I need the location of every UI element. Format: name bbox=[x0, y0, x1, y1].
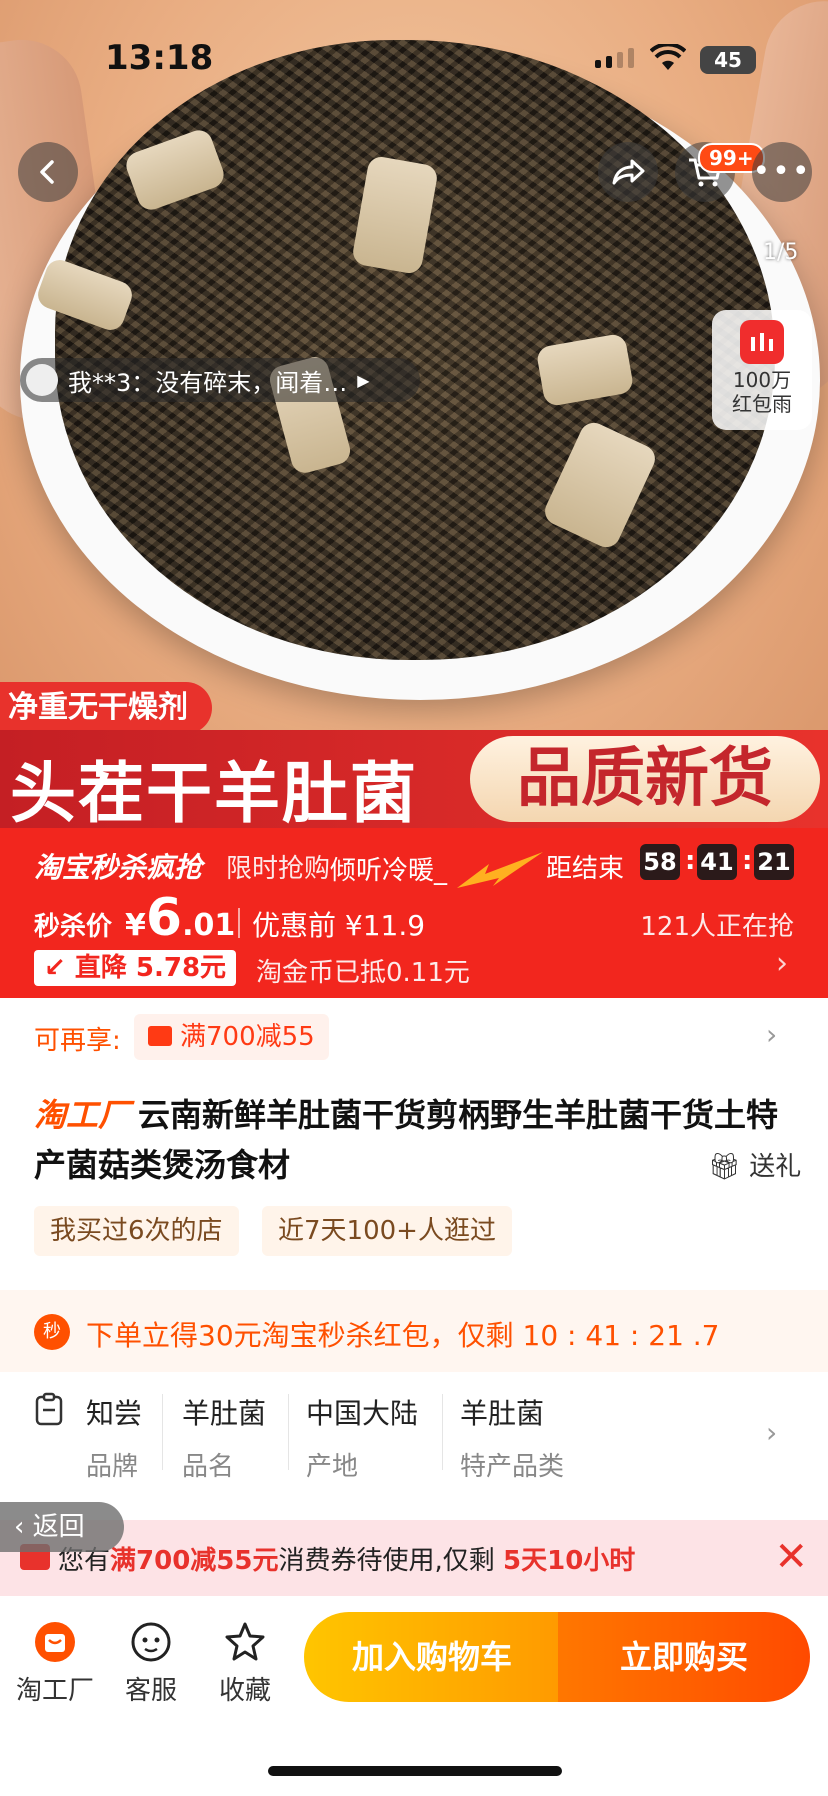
review-text: 我**3：没有碎末，闻着… bbox=[68, 368, 348, 397]
banner-tag: 净重无干燥剂 bbox=[0, 682, 212, 734]
attr-brand: 知尝 品牌 bbox=[86, 1397, 143, 1482]
alarm-icon: 秒 bbox=[34, 1314, 70, 1350]
tab-service[interactable]: 客服 bbox=[106, 1620, 196, 1707]
factory-icon bbox=[33, 1620, 77, 1664]
morel-pile bbox=[55, 40, 775, 660]
flash-sale-brand: 淘宝秒杀疯抢 bbox=[34, 851, 203, 884]
overlay-text: 倾听冷暖_ bbox=[330, 856, 448, 886]
share-button[interactable] bbox=[598, 142, 658, 202]
tab-favorite[interactable]: 收藏 bbox=[200, 1620, 290, 1707]
factory-logo: 淘工厂 bbox=[34, 1096, 131, 1134]
countdown-minutes: 41 bbox=[697, 844, 737, 880]
battery-icon: 45 bbox=[700, 46, 756, 74]
grabbing-count: 121人正在抢 bbox=[640, 912, 794, 942]
floating-back-button[interactable]: ‹ 返回 bbox=[0, 1502, 124, 1552]
limited-label: 限时抢购 bbox=[226, 854, 331, 884]
voucher-text: 您有满700减55元消费券待使用,仅剩 5天10小时 bbox=[58, 1546, 636, 1576]
gift-button[interactable]: 🎁︎ 送礼 bbox=[708, 1146, 801, 1183]
countdown-seconds: 21 bbox=[754, 844, 794, 880]
buy-now-button[interactable]: 立即购买 bbox=[558, 1612, 810, 1702]
play-arrow-icon: ▶ bbox=[357, 370, 370, 390]
more-dots-icon: ••• bbox=[752, 154, 812, 189]
chevron-left-icon: ‹ bbox=[14, 1512, 33, 1542]
share-icon bbox=[612, 159, 645, 185]
flash-redpacket-alert[interactable]: 秒 下单立得30元淘宝秒杀红包，仅剩 10 : 41 : 21 .7 bbox=[0, 1290, 828, 1372]
red-rain-line1: 100万 bbox=[732, 368, 792, 392]
attr-product-name: 羊肚菌 品名 bbox=[182, 1397, 267, 1482]
red-rain-line2: 红包雨 bbox=[732, 392, 792, 416]
back-button[interactable] bbox=[18, 142, 78, 202]
product-image-gallery[interactable]: 我**3：没有碎末，闻着… ▶ 净重无干燥剂 头茬干羊肚菌 品质新货 bbox=[0, 0, 828, 828]
tab-factory[interactable]: 淘工厂 bbox=[10, 1620, 100, 1707]
arrow-icon bbox=[457, 852, 543, 888]
price-label: 秒杀价 bbox=[34, 912, 113, 942]
flash-sale-bar[interactable]: 淘宝秒杀疯抢 限时抢购 倾听冷暖_ 距结束 58 : 41 : 21 秒杀价 ¥… bbox=[0, 828, 828, 998]
signal-icon bbox=[595, 48, 634, 68]
product-title: 淘工厂 云南新鲜羊肚菌干货剪柄野生羊肚菌干货土特产菌菇类煲汤食材 bbox=[34, 1096, 779, 1184]
coin-deduction: 淘金币已抵0.11元 bbox=[256, 958, 470, 988]
red-envelope-rain-button[interactable]: 100万 红包雨 bbox=[712, 310, 812, 430]
gift-icon: 🎁︎ bbox=[708, 1152, 742, 1182]
status-bar: 13:18 45 bbox=[0, 38, 828, 88]
flash-price: ¥6.01 bbox=[125, 888, 236, 948]
banner-pill: 品质新货 bbox=[470, 736, 820, 822]
voucher-banner[interactable]: 您有满700减55元消费券待使用,仅剩 5天10小时 ✕ bbox=[0, 1520, 828, 1596]
chevron-left-icon bbox=[40, 160, 54, 184]
banner-main-text: 头茬干羊肚菌 bbox=[10, 755, 418, 828]
chevron-right-icon: › bbox=[766, 1018, 778, 1051]
attr-icon-wrap bbox=[34, 1392, 64, 1430]
attr-category: 羊肚菌 特产品类 bbox=[460, 1397, 565, 1482]
price-drop-badge: ↙ 直降 5.78元 bbox=[34, 950, 237, 986]
review-snippet[interactable]: 我**3：没有碎末，闻着… ▶ bbox=[20, 358, 420, 402]
divider bbox=[288, 1394, 289, 1470]
attr-origin: 中国大陆 产地 bbox=[306, 1397, 419, 1482]
more-button[interactable]: ••• bbox=[752, 142, 812, 202]
chevron-right-icon[interactable]: › bbox=[776, 946, 788, 981]
status-time: 13:18 bbox=[105, 38, 214, 78]
colon: : bbox=[685, 846, 696, 876]
wifi-icon bbox=[650, 44, 686, 70]
price-before: 优惠前 ¥11.9 bbox=[252, 909, 426, 942]
divider bbox=[442, 1394, 443, 1470]
divider bbox=[238, 908, 240, 938]
divider bbox=[162, 1394, 163, 1470]
chevron-right-icon: › bbox=[766, 1416, 778, 1449]
countdown-hours: 58 bbox=[640, 844, 680, 880]
chip-bought-before: 我买过6次的店 bbox=[34, 1206, 239, 1256]
coupon-tag[interactable]: 满700减55 bbox=[134, 1014, 329, 1060]
service-icon bbox=[129, 1620, 173, 1664]
coupon-icon bbox=[148, 1025, 172, 1046]
image-counter: 1/5 bbox=[763, 240, 799, 265]
home-indicator[interactable] bbox=[268, 1766, 562, 1776]
attributes-row[interactable]: 知尝 品牌 羊肚菌 品名 中国大陆 产地 羊肚菌 特产品类 › bbox=[0, 1380, 828, 1490]
banner-main: 头茬干羊肚菌 品质新货 bbox=[0, 730, 828, 828]
coupon-row-label: 可再享: bbox=[34, 1026, 121, 1056]
chip-visits: 近7天100+人逛过 bbox=[262, 1206, 512, 1256]
ends-label: 距结束 bbox=[546, 854, 625, 884]
red-envelope-icon bbox=[740, 320, 784, 364]
close-icon[interactable]: ✕ bbox=[774, 1534, 808, 1580]
avatar bbox=[26, 364, 58, 396]
add-to-cart-button[interactable]: 加入购物车 bbox=[304, 1612, 560, 1702]
clipboard-icon bbox=[35, 1392, 63, 1426]
star-icon bbox=[223, 1620, 267, 1664]
down-arrow-icon: ↙ bbox=[44, 953, 75, 983]
colon: : bbox=[742, 846, 753, 876]
alert-text: 下单立得30元淘宝秒杀红包，仅剩 10 : 41 : 21 .7 bbox=[86, 1319, 720, 1352]
